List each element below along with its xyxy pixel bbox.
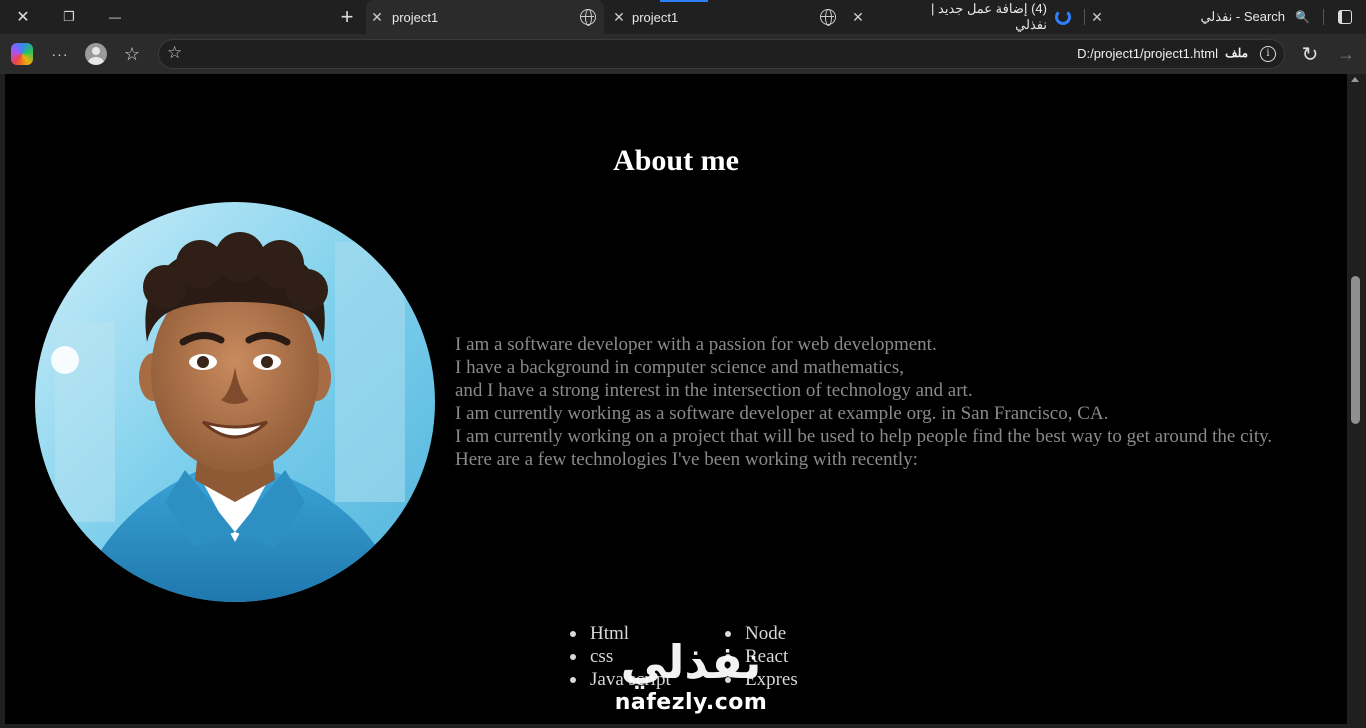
bio-line: I have a background in computer science … [455, 357, 904, 378]
url-text: D:/project1/project1.html [1077, 46, 1218, 61]
tab-nafezly-search[interactable]: ✕ Search - نفذلي 🔍 [1086, 0, 1322, 34]
add-favorite-star-icon[interactable]: ☆ [167, 43, 182, 63]
tab-title: (4) إضافة عمل جديد | نفذلي [931, 1, 1047, 32]
bio-paragraph: I am a software developer with a passion… [455, 333, 1272, 471]
site-info-icon[interactable]: i [1260, 46, 1276, 62]
page-title: About me [613, 144, 739, 177]
tab-strip: ✕ ❐ — + ✕ project1 ✕ project1 ✕ (4) إضاف… [0, 0, 1366, 34]
minimize-icon: — [109, 10, 121, 24]
globe-icon [820, 9, 836, 26]
tab-project1-active[interactable]: ✕ project1 [366, 0, 604, 34]
bio-line: and I have a strong interest in the inte… [455, 380, 973, 401]
tab-separator [1084, 9, 1085, 25]
restore-icon: ❐ [63, 9, 75, 24]
file-scheme-label: ملف [1225, 46, 1248, 60]
refresh-button[interactable]: ↻ [1295, 39, 1325, 69]
close-icon: ✕ [16, 9, 30, 26]
avatar [85, 43, 107, 65]
tab-title: Search - نفذلي [1200, 9, 1286, 24]
search-icon: 🔍 [1295, 10, 1310, 24]
forward-button[interactable]: → [1331, 39, 1361, 69]
watermark: نفذلي nafezly.com [601, 634, 781, 724]
scroll-thumb[interactable] [1351, 276, 1360, 424]
tab-close-icon[interactable]: ✕ [366, 9, 388, 26]
forward-arrow-icon: → [1337, 43, 1355, 64]
refresh-icon: ↻ [1301, 43, 1319, 66]
vertical-scrollbar[interactable] [1347, 74, 1366, 724]
more-icon: ··· [51, 46, 69, 62]
bio-line: Here are a few technologies I've been wo… [455, 449, 918, 470]
bio-line: I am a software developer with a passion… [455, 334, 937, 355]
more-options-button[interactable]: ··· [45, 39, 75, 69]
navigation-bar: ··· ☆ ☆ D:/project1/project1.html ملف i … [0, 34, 1366, 74]
window-close-button[interactable]: ✕ [0, 0, 46, 34]
copilot-button[interactable] [7, 39, 37, 69]
profile-portrait-image [35, 202, 435, 602]
plus-icon: + [340, 4, 354, 29]
scroll-up-arrow-icon[interactable] [1351, 77, 1359, 82]
globe-icon [580, 9, 596, 26]
tab-title: project1 [632, 9, 679, 25]
tab-actions-button[interactable] [1324, 0, 1366, 34]
window-restore-button[interactable]: ❐ [46, 0, 92, 34]
portrait-illustration [35, 202, 435, 602]
page-viewport: About me I am a software developer with … [5, 74, 1347, 724]
tab-close-icon[interactable]: ✕ [608, 9, 630, 26]
new-tab-button[interactable]: + [324, 0, 370, 34]
watermark-arabic: نفذلي [620, 635, 762, 689]
tab-title: project1 [392, 9, 439, 25]
address-bar[interactable]: ☆ D:/project1/project1.html ملف i [158, 39, 1285, 69]
watermark-latin: nafezly.com [614, 690, 768, 715]
favorites-button[interactable]: ☆ [117, 39, 147, 69]
copilot-icon [11, 43, 33, 65]
loading-spinner-icon [1055, 9, 1071, 25]
tab-close-icon[interactable]: ✕ [847, 9, 869, 26]
tab-actions-icon [1338, 10, 1352, 24]
window-minimize-button[interactable]: — [92, 0, 138, 34]
bio-line: I am currently working on a project that… [455, 426, 1273, 447]
tab-nafezly-add-work[interactable]: ✕ (4) إضافة عمل جديد | نفذلي [847, 0, 1083, 34]
window-bottom-edge [0, 724, 1366, 728]
tab-close-icon[interactable]: ✕ [1086, 9, 1108, 26]
favorites-star-icon: ☆ [123, 43, 141, 64]
tab-project1[interactable]: ✕ project1 [608, 0, 840, 34]
profile-button[interactable] [81, 39, 111, 69]
bio-line: I am currently working as a software dev… [455, 403, 1109, 424]
